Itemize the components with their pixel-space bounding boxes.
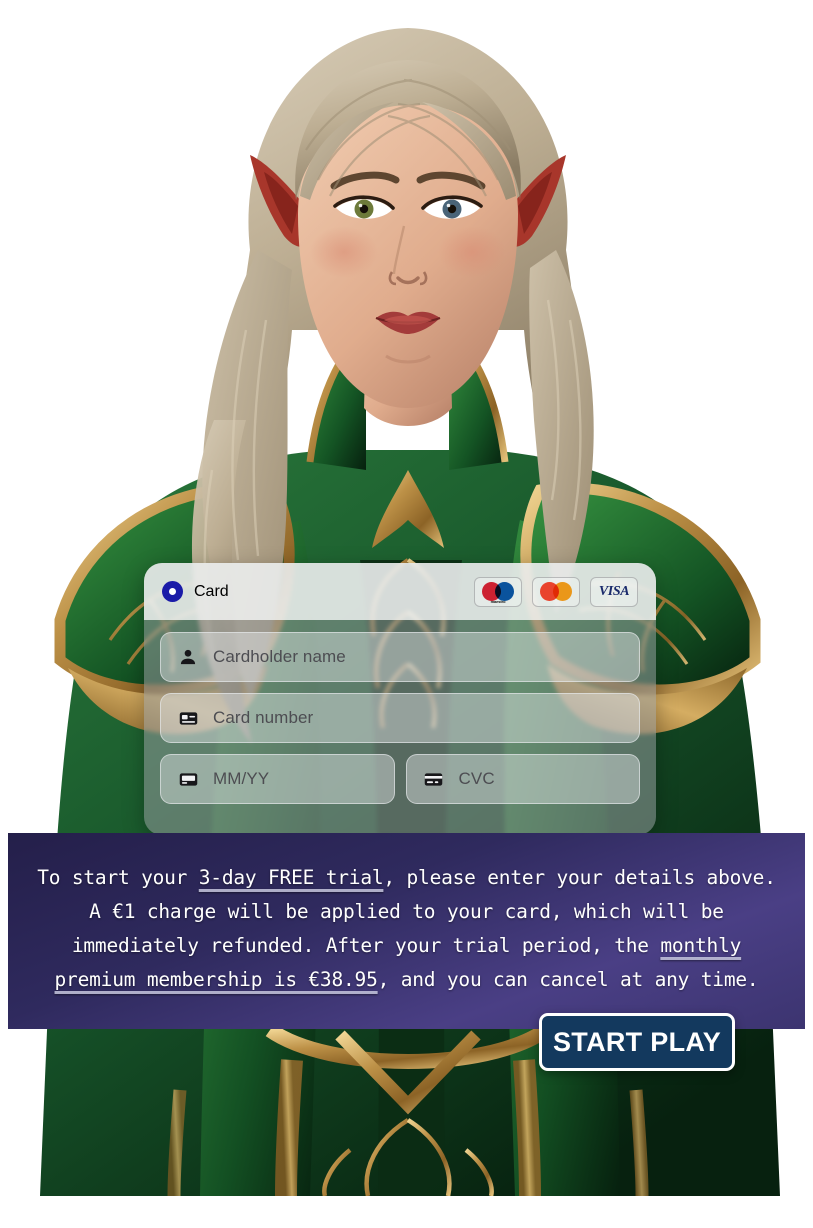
person-icon — [177, 646, 199, 668]
disclaimer-lead: To start your — [37, 866, 199, 889]
card-number-placeholder: Card number — [213, 708, 314, 727]
expiry-cvc-row: MM/YY CVC — [160, 754, 640, 804]
trial-disclaimer-banner: To start your 3-day FREE trial, please e… — [8, 833, 805, 1029]
maestro-label: maestro — [490, 598, 506, 604]
card-panel-header: Card maestro VISA — [144, 563, 656, 620]
start-play-button[interactable]: START PLAY — [539, 1013, 735, 1071]
card-number-field[interactable]: Card number — [160, 693, 640, 743]
radio-dot-icon — [162, 581, 183, 602]
calendar-card-icon — [177, 768, 199, 790]
cardholder-name-placeholder: Cardholder name — [213, 647, 346, 666]
disclaimer-tail: , and you can cancel at any time. — [377, 968, 759, 991]
visa-label: VISA — [598, 583, 630, 599]
payment-brand-list: maestro VISA — [474, 576, 638, 607]
trial-highlight: 3-day FREE trial — [198, 866, 384, 889]
card-number-icon — [177, 707, 199, 729]
visa-icon: VISA — [590, 576, 638, 607]
card-brand-label: Card — [194, 582, 229, 600]
maestro-icon: maestro — [474, 576, 522, 607]
cvc-field[interactable]: CVC — [405, 754, 640, 804]
trial-disclaimer-text: To start your 3-day FREE trial, please e… — [27, 861, 787, 997]
mastercard-icon — [532, 576, 580, 607]
cardholder-name-field[interactable]: Cardholder name — [160, 632, 640, 682]
card-payment-panel: Card maestro VISA Cardholder name Card n… — [144, 563, 656, 835]
card-brand-group: Card — [162, 581, 229, 602]
card-panel-body: Cardholder name Card number MM/YY CVC — [144, 620, 656, 820]
expiry-date-field[interactable]: MM/YY — [160, 754, 395, 804]
cvc-placeholder: CVC — [458, 769, 495, 788]
expiry-date-placeholder: MM/YY — [213, 769, 270, 788]
payment-upsell-screen: Card maestro VISA Cardholder name Card n… — [0, 0, 813, 1228]
cvc-card-icon — [423, 768, 445, 790]
